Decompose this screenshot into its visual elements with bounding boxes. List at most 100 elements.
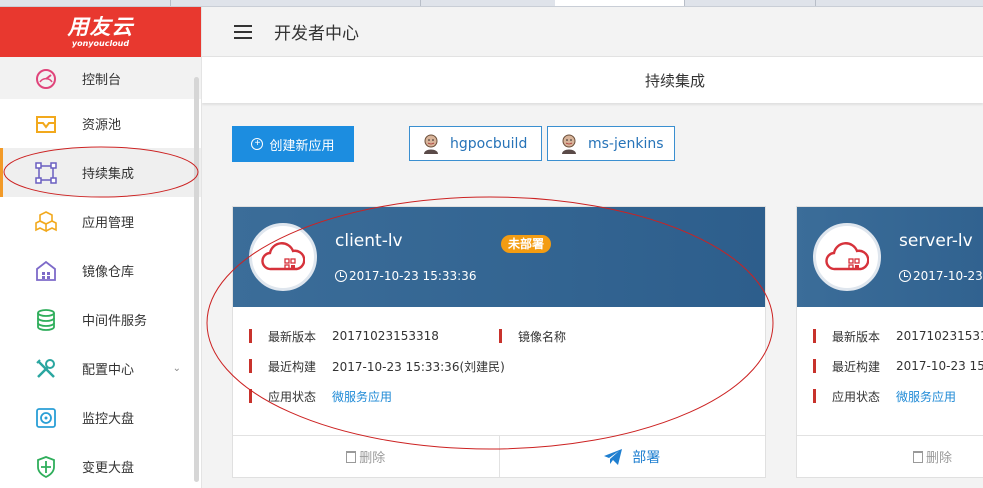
field-app-status: 应用状态 微服务应用 <box>249 387 392 405</box>
top-bar: 开发者中心 <box>202 7 983 57</box>
app-time-text: 2017-10-23 15:33:36 <box>349 269 477 283</box>
jenkins-label: hgpocbuild <box>450 135 528 152</box>
main-content: 持续集成 + 创建新应用 hgpocbuild ms-jenkins clien… <box>202 57 983 488</box>
delete-button[interactable]: 删除 <box>797 436 983 477</box>
field-image-name: 镜像名称 <box>499 327 582 345</box>
dashboard-icon <box>33 65 59 91</box>
paper-plane-icon <box>604 448 623 465</box>
card-fields: 最新版本 20171023153154 最近构建 2017-10-23 15:3… <box>797 307 983 437</box>
sidebar-item-app-management[interactable]: 应用管理 <box>0 197 201 246</box>
sidebar: 用友云 yonyoucloud 控制台 资源池 持续集成 应用管理 镜像仓库 中… <box>0 7 202 488</box>
jenkins-button-hgpocbuild[interactable]: hgpocbuild <box>409 126 542 161</box>
sidebar-item-label: 资源池 <box>82 118 122 133</box>
logo-subtext: yonyoucloud <box>71 39 130 48</box>
sidebar-item-label: 控制台 <box>82 72 122 88</box>
app-card-client-lv[interactable]: client-lv 未部署 2017-10-23 15:33:36 最新版本 2… <box>232 206 766 478</box>
plus-circle-icon: + <box>251 138 264 150</box>
image-repo-icon <box>33 258 59 284</box>
field-latest-version: 最新版本 20171023153154 <box>813 327 983 345</box>
field-app-status: 应用状态 微服务应用 <box>813 387 956 405</box>
tab-divider <box>170 0 171 6</box>
field-value: 20171023153154 <box>896 329 983 343</box>
sidebar-item-change[interactable]: 变更大盘 <box>0 442 201 488</box>
jenkins-button-ms-jenkins[interactable]: ms-jenkins <box>547 126 675 161</box>
field-value: 20171023153318 <box>332 329 439 343</box>
sidebar-item-label: 监控大盘 <box>82 412 135 427</box>
sidebar-item-resource-pool[interactable]: 资源池 <box>0 99 201 148</box>
app-time: 2017-10-23 15:3 <box>899 269 983 283</box>
status-badge: 未部署 <box>501 235 552 253</box>
jenkins-avatar-icon <box>562 134 576 154</box>
trash-icon <box>346 450 357 463</box>
card-footer: 删除 <box>797 435 983 477</box>
app-management-icon <box>33 209 59 235</box>
delete-label: 删除 <box>359 451 386 466</box>
field-value: 2017-10-23 15:32 <box>896 359 983 373</box>
sidebar-item-label: 中间件服务 <box>82 314 148 329</box>
field-label: 最新版本 <box>832 329 881 344</box>
create-app-label: 创建新应用 <box>269 137 335 153</box>
brand-logo[interactable]: 用友云 yonyoucloud <box>0 7 201 57</box>
field-label: 最新版本 <box>268 329 317 344</box>
sidebar-item-label: 变更大盘 <box>82 461 135 476</box>
jenkins-avatar-icon <box>424 134 438 154</box>
page-title: 开发者中心 <box>274 24 359 44</box>
field-latest-build: 最近构建 2017-10-23 15:32 <box>813 357 983 375</box>
sidebar-item-image-repo[interactable]: 镜像仓库 <box>0 246 201 295</box>
app-cloud-icon <box>249 223 317 291</box>
ci-icon <box>33 160 59 186</box>
card-fields: 最新版本 20171023153318 镜像名称 最近构建 2017-10-23… <box>233 307 765 437</box>
app-cloud-icon <box>813 223 881 291</box>
field-label: 最近构建 <box>832 359 881 374</box>
change-icon <box>33 454 59 480</box>
app-time-text: 2017-10-23 15:3 <box>913 269 983 283</box>
browser-tab-strip <box>0 0 983 7</box>
sidebar-item-middleware[interactable]: 中间件服务 <box>0 295 201 344</box>
middleware-icon <box>33 307 59 333</box>
sidebar-nav: 控制台 资源池 持续集成 应用管理 镜像仓库 中间件服务 配置中心 ⌄ 监控大盘… <box>0 57 201 488</box>
field-latest-build: 最近构建 2017-10-23 15:33:36(刘建民) <box>249 357 505 375</box>
tab-divider <box>815 0 816 6</box>
sidebar-item-config[interactable]: 配置中心 ⌄ <box>0 344 201 393</box>
delete-label: 删除 <box>926 451 953 466</box>
section-title: 持续集成 <box>644 71 705 90</box>
jenkins-label: ms-jenkins <box>588 135 664 152</box>
logo-text: 用友云 <box>67 15 134 39</box>
app-time: 2017-10-23 15:33:36 <box>335 269 476 283</box>
app-name: server-lv <box>899 231 973 251</box>
browser-active-tab[interactable] <box>555 0 685 6</box>
resource-pool-icon <box>33 111 59 137</box>
sidebar-item-label: 持续集成 <box>82 167 135 182</box>
chevron-down-icon[interactable]: ⌄ <box>173 363 181 374</box>
field-label: 镜像名称 <box>518 329 567 344</box>
field-label: 应用状态 <box>268 389 317 404</box>
sidebar-item-label: 应用管理 <box>82 216 135 231</box>
app-status-link[interactable]: 微服务应用 <box>332 388 392 405</box>
card-header: server-lv 2017-10-23 15:3 <box>797 207 983 307</box>
app-card-server-lv[interactable]: server-lv 2017-10-23 15:3 最新版本 201710231… <box>796 206 983 478</box>
clock-icon <box>899 270 911 282</box>
section-header: 持续集成 <box>202 57 983 103</box>
deploy-button[interactable]: 部署 <box>500 436 766 477</box>
sidebar-item-monitor[interactable]: 监控大盘 <box>0 393 201 442</box>
field-value: 2017-10-23 15:33:36(刘建民) <box>332 359 505 374</box>
create-app-button[interactable]: + 创建新应用 <box>232 126 354 162</box>
card-header: client-lv 未部署 2017-10-23 15:33:36 <box>233 207 765 307</box>
clock-icon <box>335 270 347 282</box>
delete-button[interactable]: 删除 <box>233 436 500 477</box>
card-footer: 删除 部署 <box>233 435 765 477</box>
app-status-link[interactable]: 微服务应用 <box>896 388 956 405</box>
deploy-label: 部署 <box>632 449 661 466</box>
field-latest-version: 最新版本 20171023153318 <box>249 327 439 345</box>
tab-divider <box>420 0 421 6</box>
sidebar-item-dashboard[interactable]: 控制台 <box>0 57 201 99</box>
field-label: 最近构建 <box>268 359 317 374</box>
app-name: client-lv <box>335 231 403 251</box>
sidebar-item-ci[interactable]: 持续集成 <box>0 148 201 197</box>
menu-icon[interactable] <box>234 24 252 39</box>
sidebar-scrollbar[interactable] <box>194 77 199 482</box>
sidebar-item-label: 配置中心 <box>82 363 135 378</box>
monitor-icon <box>33 405 59 431</box>
config-icon <box>33 356 59 382</box>
trash-icon <box>913 450 923 463</box>
